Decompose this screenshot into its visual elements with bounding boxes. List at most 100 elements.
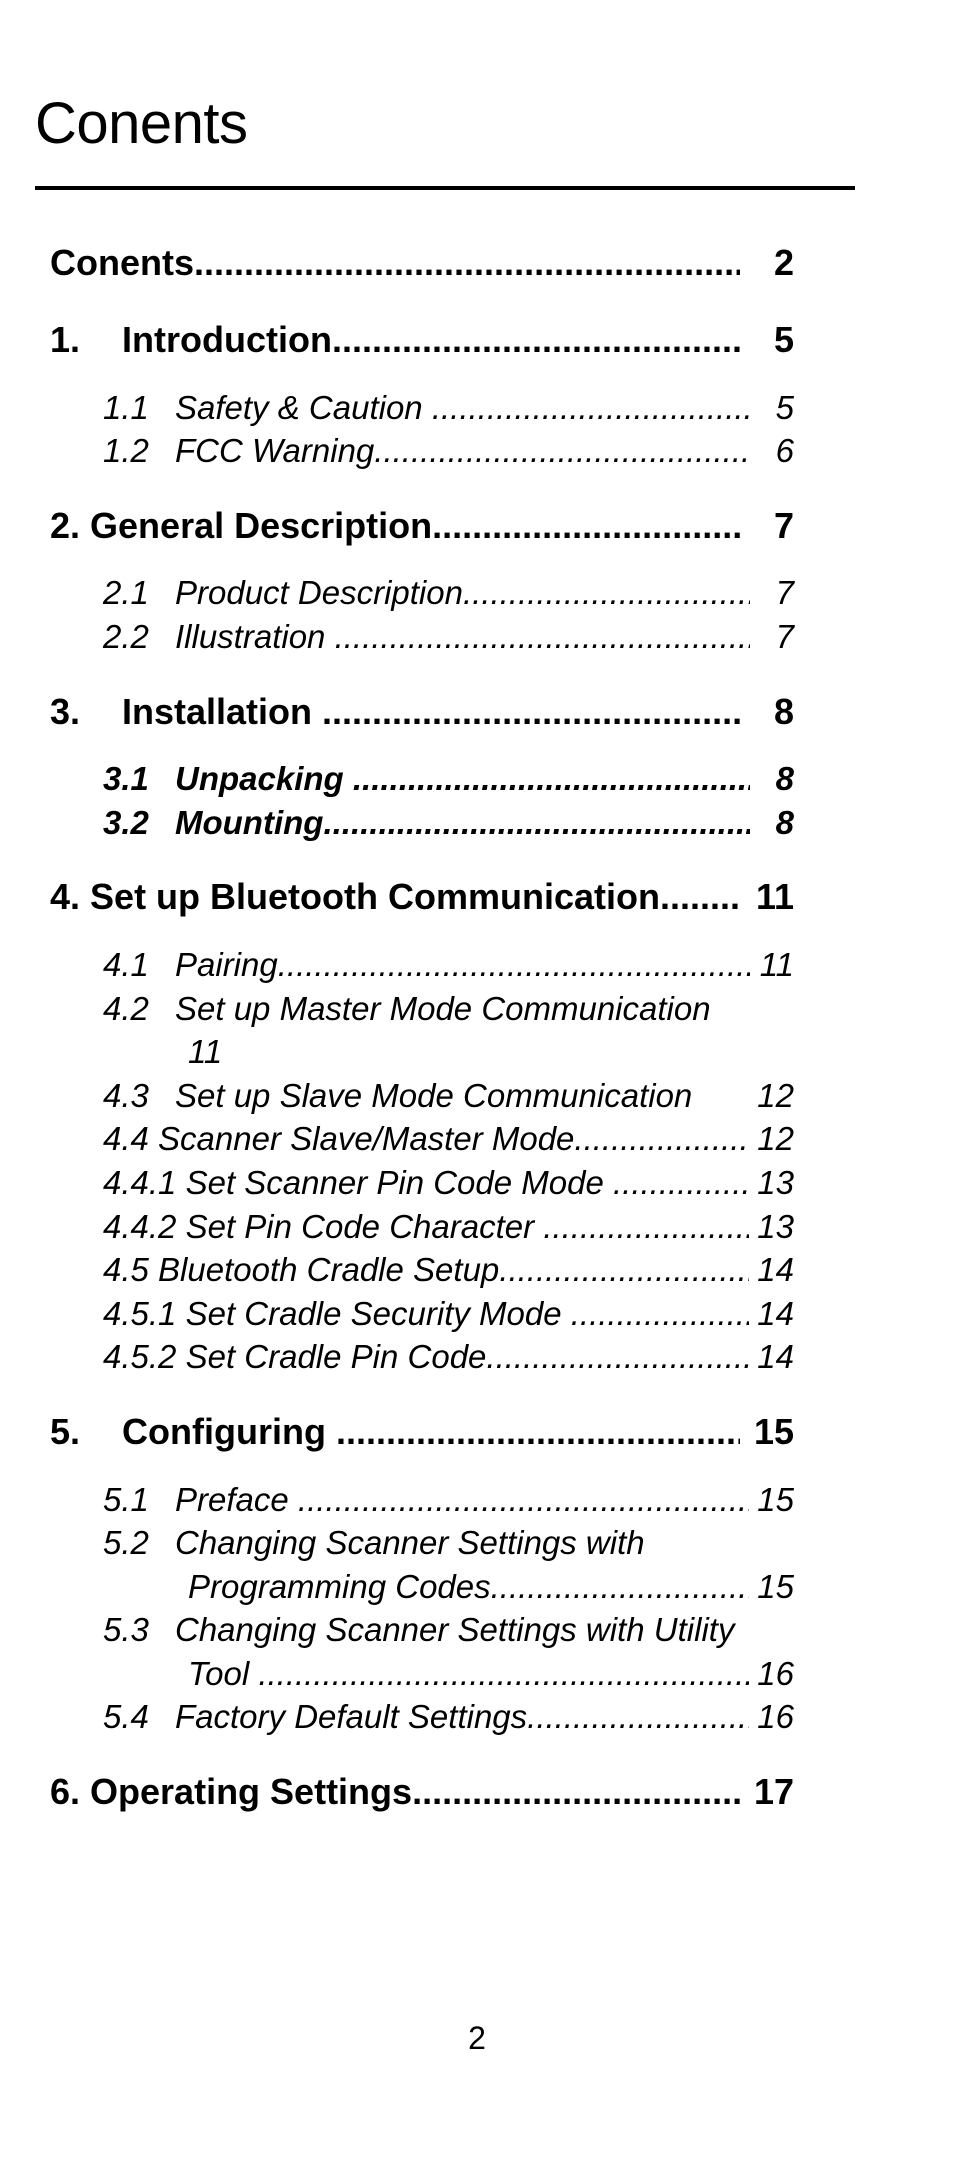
toc-entry[interactable]: 6. Operating Settings 17 xyxy=(0,1769,954,1816)
toc-entry-number: 1. xyxy=(50,318,81,360)
toc-entry-label: General Description xyxy=(90,504,433,546)
toc-entry-number: 4.1 xyxy=(103,946,149,984)
toc-entry[interactable]: 2. General Description 7 xyxy=(0,503,954,550)
toc-entry-continuation-label: Programming Codes xyxy=(188,1567,491,1605)
footer-page-number: 2 xyxy=(468,2020,486,2056)
toc-entry[interactable]: 5.4 Factory Default Settings 16 xyxy=(0,1695,954,1739)
toc-entry[interactable]: 3. Installation 8 xyxy=(0,689,954,736)
toc-page-number: 13 xyxy=(757,1164,794,1201)
toc-entry[interactable]: 4.3 Set up Slave Mode Communication 12 xyxy=(0,1074,954,1118)
toc-entry-label: Set up Master Mode Communication xyxy=(175,989,711,1027)
toc-entry[interactable]: 5.2 Changing Scanner Settings with xyxy=(0,1521,954,1565)
toc-page-number: 11 xyxy=(188,1033,223,1071)
toc-entry-number: 5.1 xyxy=(103,1480,149,1518)
toc-entry[interactable]: 4.4.1 Set Scanner Pin Code Mode 13 xyxy=(0,1161,954,1205)
toc-spacer xyxy=(0,1379,954,1409)
toc-entry-label: Operating Settings xyxy=(90,1770,413,1812)
toc-entry-continuation[interactable]: Tool 16 xyxy=(0,1652,954,1696)
toc-entry-label: Product Description xyxy=(175,574,463,612)
toc-entry[interactable]: 4.2 Set up Master Mode Communication xyxy=(0,987,954,1031)
toc-page-number: 7 xyxy=(773,504,794,546)
toc-entry-number: 4.4 xyxy=(103,1120,159,1158)
toc-entry[interactable]: 3.2 Mounting 8 xyxy=(0,801,954,845)
toc-entry-label: Changing Scanner Settings with xyxy=(175,1524,645,1562)
toc-entry[interactable]: 4.5.2 Set Cradle Pin Code 14 xyxy=(0,1335,954,1379)
toc-leader-dots xyxy=(412,1769,740,1816)
toc-entry[interactable]: 4.4.2 Set Pin Code Character 13 xyxy=(0,1205,954,1249)
toc-entry[interactable]: 1. Introduction 5 xyxy=(0,317,954,364)
toc-entry-number: 2. xyxy=(50,504,91,546)
toc-entry[interactable]: 1.1 Safety & Caution 5 xyxy=(0,386,954,430)
toc-leader-dots xyxy=(336,1409,740,1456)
toc-entry[interactable]: Conents 2 xyxy=(0,240,954,287)
toc-entry-label: Unpacking xyxy=(175,760,353,798)
toc-entry-label: FCC Warning xyxy=(175,432,375,470)
toc-leader-dots xyxy=(463,571,750,615)
toc-leader-dots xyxy=(613,1161,749,1205)
toc-entry[interactable]: 2.1 Product Description 7 xyxy=(0,571,954,615)
toc-spacer xyxy=(0,1739,954,1769)
toc-entry-label: Set Scanner Pin Code Mode xyxy=(185,1164,613,1201)
toc-page-number: 15 xyxy=(753,1410,794,1452)
toc-entry-continuation[interactable]: Programming Codes 15 xyxy=(0,1565,954,1609)
toc-spacer xyxy=(0,364,954,386)
toc-spacer xyxy=(0,659,954,689)
toc-spacer xyxy=(0,844,954,874)
toc-entry[interactable]: 4.1 Pairing 11 xyxy=(0,943,954,987)
toc-entry-number: 4.5.2 xyxy=(103,1338,186,1376)
toc-entry-number: 1.1 xyxy=(103,388,149,426)
toc-entry-number: 4.2 xyxy=(103,989,149,1027)
toc-entry-label: Pairing xyxy=(175,946,278,984)
toc-entry-continuation[interactable]: 11 xyxy=(0,1030,954,1074)
toc-leader-dots xyxy=(432,503,740,550)
title-divider xyxy=(35,186,855,190)
toc-spacer xyxy=(0,287,954,317)
toc-entry-label: Set Cradle Security Mode xyxy=(185,1294,571,1332)
document-page: Conents Conents 2 1. Introduction 5 1.1 Safety… xyxy=(0,0,954,2174)
toc-entry[interactable]: 2.2 Illustration 7 xyxy=(0,615,954,659)
table-of-contents: Conents 2 1. Introduction 5 1.1 Safety & Cauti… xyxy=(0,240,954,1816)
toc-page-number: 6 xyxy=(775,432,794,470)
toc-spacer xyxy=(0,735,954,757)
toc-entry[interactable]: 3.1 Unpacking 8 xyxy=(0,757,954,801)
toc-leader-dots xyxy=(323,801,750,845)
toc-page-number: 14 xyxy=(757,1251,794,1289)
toc-leader-dots xyxy=(571,1292,750,1336)
toc-entry-label: Set Pin Code Character xyxy=(185,1207,544,1245)
toc-entry-label: Set up Slave Mode Communication xyxy=(175,1076,693,1114)
toc-entry-number: 3. xyxy=(50,690,81,732)
toc-page-number: 13 xyxy=(757,1207,794,1245)
toc-entry-label: Configuring xyxy=(122,1410,336,1452)
toc-page-number: 7 xyxy=(775,574,794,612)
toc-spacer xyxy=(0,1456,954,1478)
toc-entry-label: Preface xyxy=(175,1480,298,1518)
toc-entry[interactable]: 5.3 Changing Scanner Settings with Utilit… xyxy=(0,1608,954,1652)
toc-page-number: 11 xyxy=(755,876,794,918)
toc-entry[interactable]: 4.4 Scanner Slave/Master Mode 12 xyxy=(0,1117,954,1161)
toc-page-number: 16 xyxy=(757,1654,794,1692)
toc-entry[interactable]: 5. Configuring 15 xyxy=(0,1409,954,1456)
toc-leader-dots xyxy=(258,1652,749,1696)
toc-leader-dots xyxy=(499,1248,749,1292)
toc-entry-label: Safety & Caution xyxy=(175,388,432,426)
toc-entry[interactable]: 4.5.1 Set Cradle Security Mode 14 xyxy=(0,1292,954,1336)
toc-entry[interactable]: 5.1 Preface 15 xyxy=(0,1478,954,1522)
toc-page-number: 15 xyxy=(757,1567,794,1605)
toc-leader-dots xyxy=(543,1205,749,1249)
toc-leader-dots xyxy=(486,1335,749,1379)
toc-leader-dots xyxy=(298,1478,749,1522)
toc-leader-dots xyxy=(322,689,740,736)
toc-entry-number: 4. xyxy=(50,876,91,918)
toc-entry-number: 2.1 xyxy=(103,574,149,612)
toc-entry-label: Factory Default Settings xyxy=(175,1698,528,1736)
toc-entry-number: 6. xyxy=(50,1770,91,1812)
toc-page-number: 7 xyxy=(775,618,794,656)
toc-entry-label: Set Cradle Pin Code xyxy=(185,1338,487,1376)
toc-entry[interactable]: 4. Set up Bluetooth Communication 11 xyxy=(0,874,954,921)
toc-leader-dots xyxy=(353,757,750,801)
toc-entry-label: Changing Scanner Settings with Utility xyxy=(175,1611,735,1649)
toc-entry[interactable]: 1.2 FCC Warning 6 xyxy=(0,429,954,473)
toc-entry-label: Installation xyxy=(122,690,323,732)
toc-leader-dots xyxy=(527,1695,749,1739)
toc-entry[interactable]: 4.5 Bluetooth Cradle Setup 14 xyxy=(0,1248,954,1292)
